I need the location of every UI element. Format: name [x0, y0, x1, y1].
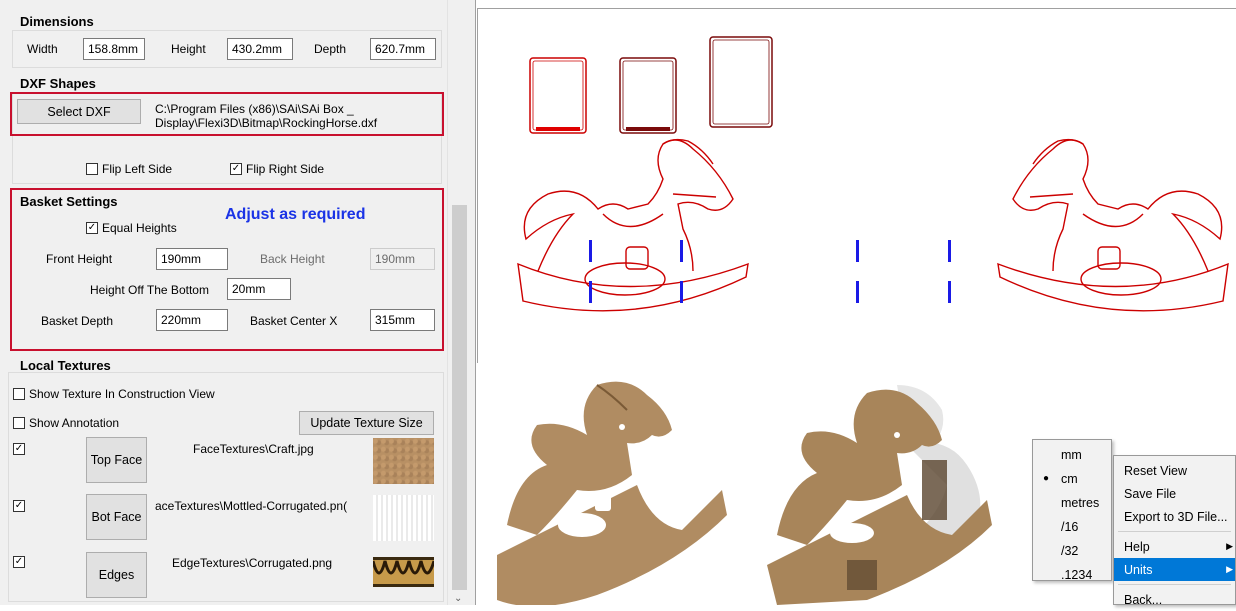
submenu-arrow-icon: ▶	[1226, 541, 1233, 551]
menu-save-file[interactable]: Save File	[1114, 482, 1235, 505]
top-face-texture-swatch	[373, 438, 434, 484]
scroll-down-icon[interactable]: ⌄	[454, 594, 462, 604]
menu-help[interactable]: Help ▶	[1114, 535, 1235, 558]
units-item-mm[interactable]: mm	[1033, 443, 1111, 466]
bot-face-button[interactable]: Bot Face	[86, 494, 147, 540]
construction-view[interactable]	[477, 8, 1236, 363]
edges-file: EdgeTextures\Corrugated.png	[172, 556, 333, 570]
bot-face-file: aceTextures\Mottled-Corrugated.pn(	[155, 499, 348, 513]
dxf-header: DXF Shapes	[20, 76, 96, 91]
back-panel-shape	[709, 36, 773, 128]
width-label: Width	[27, 42, 58, 56]
back-height-label: Back Height	[260, 252, 325, 266]
selected-bullet-icon: ●	[1043, 473, 1050, 484]
edges-button[interactable]: Edges	[86, 552, 147, 598]
menu-units-label: Units	[1124, 562, 1153, 577]
menu-separator	[1118, 531, 1231, 532]
menu-separator	[1118, 584, 1231, 585]
flip-right-box[interactable]: ✓	[230, 163, 242, 175]
units-item-cm-label: cm	[1061, 471, 1078, 486]
depth-input[interactable]: 620.7mm	[370, 38, 436, 60]
textures-header: Local Textures	[20, 358, 111, 373]
units-item-32nds[interactable]: /32	[1033, 539, 1111, 562]
dimensions-header: Dimensions	[20, 14, 94, 29]
basket-header: Basket Settings	[20, 194, 118, 209]
front-height-input[interactable]: 190mm	[156, 248, 228, 270]
submenu-arrow-icon: ▶	[1226, 564, 1233, 574]
slot-blue	[856, 281, 859, 303]
horse-outline-right	[997, 138, 1229, 312]
off-bottom-input[interactable]: 20mm	[227, 278, 291, 300]
show-construction-box[interactable]	[13, 388, 25, 400]
slot-mark	[536, 127, 580, 131]
height-input[interactable]: 430.2mm	[227, 38, 293, 60]
menu-reset-view[interactable]: Reset View	[1114, 459, 1235, 482]
show-construction-checkbox[interactable]: Show Texture In Construction View	[13, 387, 215, 401]
textured-horse-left	[497, 381, 727, 607]
flip-left-checkbox[interactable]: Flip Left Side	[86, 162, 172, 176]
show-annotation-checkbox[interactable]: Show Annotation	[13, 416, 119, 430]
dxf-highlight-box	[10, 92, 444, 136]
depth-label: Depth	[314, 42, 347, 56]
front-height-label: Front Height	[46, 252, 113, 266]
bot-face-checkbox[interactable]: ✓	[13, 500, 25, 512]
width-input[interactable]: 158.8mm	[83, 38, 145, 60]
top-face-button[interactable]: Top Face	[86, 437, 147, 483]
equal-heights-label: Equal Heights	[102, 221, 177, 235]
units-item-decimal[interactable]: .1234	[1033, 563, 1111, 586]
slot-blue	[948, 240, 951, 262]
slot-blue	[680, 281, 683, 303]
annotation-text: Adjust as required	[225, 206, 366, 223]
back-height-input: 190mm	[370, 248, 435, 270]
slot-blue	[589, 281, 592, 303]
units-submenu: mm ● cm metres /16 /32 .1234	[1032, 439, 1112, 582]
side-panel-shape	[529, 57, 587, 134]
show-annotation-label: Show Annotation	[29, 416, 120, 430]
construction-drawing	[517, 36, 1229, 312]
units-item-metres[interactable]: metres	[1033, 491, 1111, 514]
top-face-checkbox[interactable]: ✓	[13, 443, 25, 455]
flip-right-label: Flip Right Side	[246, 162, 325, 176]
slot-mark	[626, 127, 670, 131]
slot-blue	[589, 240, 592, 262]
bot-face-texture-swatch	[373, 495, 434, 541]
panel-scrollbar[interactable]: ⌄	[447, 0, 470, 605]
equal-heights-checkbox[interactable]: ✓ Equal Heights	[86, 221, 177, 235]
splitter[interactable]	[470, 0, 476, 605]
settings-panel: Dimensions Width 158.8mm Height 430.2mm …	[0, 0, 447, 605]
flip-left-box[interactable]	[86, 163, 98, 175]
slot-blue	[948, 281, 951, 303]
off-bottom-label: Height Off The Bottom	[90, 283, 209, 297]
slot-blue	[680, 240, 683, 262]
basket-center-label: Basket Center X	[250, 314, 338, 328]
edges-texture-swatch	[373, 557, 434, 587]
basket-depth-input[interactable]: 220mm	[156, 309, 228, 331]
units-item-cm[interactable]: ● cm	[1033, 467, 1111, 490]
equal-heights-box[interactable]: ✓	[86, 222, 98, 234]
slot-blue	[856, 240, 859, 262]
side-panel-shape	[619, 57, 677, 134]
top-face-file: FaceTextures\Craft.jpg	[193, 442, 314, 456]
height-label: Height	[171, 42, 206, 56]
horse-outline-left	[517, 138, 749, 312]
flip-left-label: Flip Left Side	[102, 162, 173, 176]
flip-right-checkbox[interactable]: ✓ Flip Right Side	[230, 162, 324, 176]
menu-units[interactable]: Units ▶	[1114, 558, 1235, 581]
update-texture-size-button[interactable]: Update Texture Size	[299, 411, 434, 435]
basket-center-input[interactable]: 315mm	[370, 309, 435, 331]
textured-horse-right	[767, 385, 992, 605]
units-item-16ths[interactable]: /16	[1033, 515, 1111, 538]
menu-back[interactable]: Back...	[1114, 588, 1235, 611]
edges-checkbox[interactable]: ✓	[13, 556, 25, 568]
menu-export-3d[interactable]: Export to 3D File...	[1114, 505, 1235, 528]
menu-help-label: Help	[1124, 539, 1150, 554]
context-menu: Reset View Save File Export to 3D File..…	[1113, 455, 1236, 607]
basket-depth-label: Basket Depth	[41, 314, 114, 328]
scrollbar-thumb[interactable]	[452, 205, 467, 590]
show-annotation-box[interactable]	[13, 417, 25, 429]
show-construction-label: Show Texture In Construction View	[29, 387, 215, 401]
